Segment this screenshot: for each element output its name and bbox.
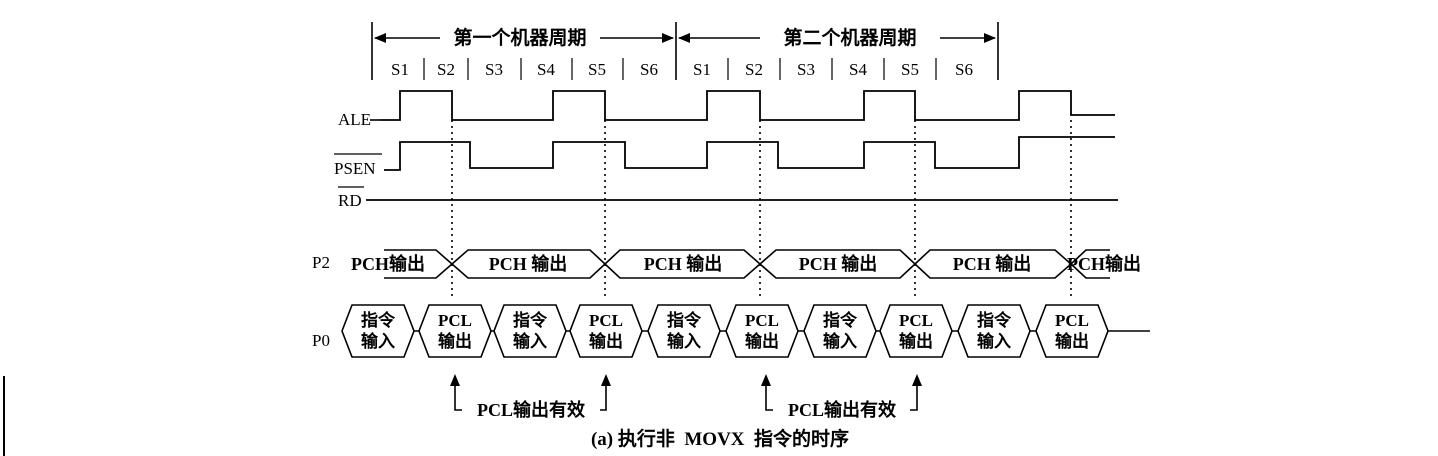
p0-hex-line1: PCL bbox=[589, 311, 623, 330]
p0-hex-line2: 输出 bbox=[438, 331, 472, 351]
p0-hex-line2: 输入 bbox=[977, 331, 1011, 351]
signal-label-rd: RD bbox=[338, 191, 362, 210]
p0-bus: 指令输入PCL输出指令输入PCL输出指令输入PCL输出指令输入PCL输出指令输入… bbox=[341, 304, 1150, 358]
signal-label-ale: ALE bbox=[338, 110, 371, 129]
p0-hex-line2: 输出 bbox=[589, 331, 623, 351]
p2-segment-label: PCH 输出 bbox=[489, 253, 568, 274]
state-label: S1 bbox=[391, 60, 409, 79]
signal-label-psen: PSEN bbox=[334, 159, 376, 178]
signal-label-p2: P2 bbox=[312, 253, 330, 272]
p0-hex-line1: 指令 bbox=[977, 310, 1012, 330]
p2-segment-label: PCH输出 bbox=[1067, 253, 1141, 274]
pcl-valid-arrowheads bbox=[450, 374, 922, 386]
p0-hex-line1: 指令 bbox=[667, 310, 702, 330]
p0-hex-line1: PCL bbox=[899, 311, 933, 330]
state-label: S4 bbox=[537, 60, 555, 79]
p2-segment-label: PCH 输出 bbox=[644, 253, 723, 274]
p0-hexagon: 指令输入 bbox=[647, 304, 721, 358]
state-label: S5 bbox=[588, 60, 606, 79]
p2-labels: PCH输出 PCH 输出 PCH 输出 PCH 输出 PCH 输出 PCH输出 bbox=[351, 253, 1141, 274]
p2-segment-label: PCH输出 bbox=[351, 253, 425, 274]
p0-hex-line1: PCL bbox=[438, 311, 472, 330]
p0-hexagon: PCL输出 bbox=[725, 304, 799, 358]
p0-hex-line2: 输入 bbox=[513, 331, 547, 351]
p0-hex-line2: 输出 bbox=[745, 331, 779, 351]
state-labels: S1 S2 S3 S4 S5 S6 S1 S2 S3 S4 S5 S6 bbox=[391, 60, 973, 79]
pcl-valid-annotation: PCL输出有效 bbox=[788, 399, 897, 420]
p0-hex-line1: PCL bbox=[1055, 311, 1089, 330]
p2-segment-label: PCH 输出 bbox=[799, 253, 878, 274]
p0-hex-line1: PCL bbox=[745, 311, 779, 330]
p0-hexagon: 指令输入 bbox=[957, 304, 1031, 358]
signal-label-p0: P0 bbox=[312, 331, 330, 350]
p0-hex-line1: 指令 bbox=[361, 310, 396, 330]
pcl-valid-annotation: PCL输出有效 bbox=[477, 399, 586, 420]
p0-hexagon: 指令输入 bbox=[493, 304, 567, 358]
ale-waveform bbox=[380, 90, 1115, 121]
p0-hex-line2: 输出 bbox=[1055, 331, 1089, 351]
state-label: S1 bbox=[693, 60, 711, 79]
p0-hexagon: 指令输入 bbox=[341, 304, 415, 358]
state-label: S2 bbox=[437, 60, 455, 79]
p2-segment-label: PCH 输出 bbox=[953, 253, 1032, 274]
state-label: S2 bbox=[745, 60, 763, 79]
state-label: S3 bbox=[797, 60, 815, 79]
state-label: S5 bbox=[901, 60, 919, 79]
p0-hexagon: PCL输出 bbox=[879, 304, 953, 358]
state-label: S6 bbox=[640, 60, 658, 79]
p0-hexagon: PCL输出 bbox=[569, 304, 643, 358]
p0-hex-line2: 输入 bbox=[823, 331, 857, 351]
p0-hex-line2: 输入 bbox=[361, 331, 395, 351]
p0-hexagon: PCL输出 bbox=[1035, 304, 1109, 358]
state-label: S3 bbox=[485, 60, 503, 79]
period-label-2: 第二个机器周期 bbox=[783, 26, 916, 49]
figure-caption: (a) 执行非 MOVX 指令的时序 bbox=[591, 427, 849, 450]
state-label: S6 bbox=[955, 60, 973, 79]
period-label-1: 第一个机器周期 bbox=[453, 26, 586, 49]
p0-hex-line2: 输入 bbox=[667, 331, 701, 351]
p0-hexagon: PCL输出 bbox=[418, 304, 492, 358]
p0-hex-line2: 输出 bbox=[899, 331, 933, 351]
psen-waveform bbox=[384, 136, 1115, 171]
state-label: S4 bbox=[849, 60, 867, 79]
p0-hexagon: 指令输入 bbox=[803, 304, 877, 358]
timing-diagram: 第一个机器周期 第二个机器周期 S1 S2 S3 S4 S5 S6 S1 S2 … bbox=[3, 22, 1150, 456]
p0-hex-line1: 指令 bbox=[823, 310, 858, 330]
p0-hex-line1: 指令 bbox=[513, 310, 548, 330]
